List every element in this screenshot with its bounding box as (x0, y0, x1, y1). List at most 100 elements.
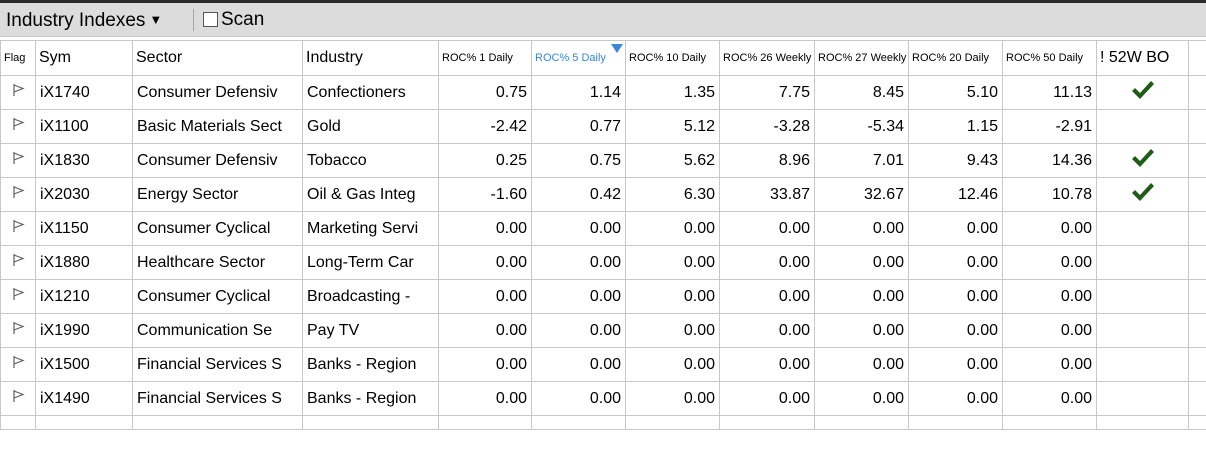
table-row[interactable]: iX1880 Healthcare Sector Long-Term Car 0.00… (0, 245, 1206, 280)
52w-bo-cell[interactable] (1096, 313, 1189, 348)
scan-checkbox[interactable]: Scan (203, 7, 264, 33)
roc-27-weekly-cell[interactable]: 0.00 (814, 313, 909, 348)
industry-cell[interactable]: Tobacco (302, 143, 439, 178)
roc-1-daily-cell[interactable]: -1.60 (438, 177, 532, 212)
industry-cell[interactable]: Confectioners (302, 75, 439, 110)
roc-50-daily-cell[interactable]: 14.36 (1002, 143, 1097, 178)
roc-10-daily-cell[interactable]: 0.00 (625, 313, 720, 348)
roc-50-daily-cell[interactable]: 0.00 (1002, 381, 1097, 416)
roc-5-daily-cell[interactable]: 0.00 (531, 211, 626, 246)
column-header-sector[interactable]: Sector (132, 40, 303, 76)
flag-cell[interactable] (0, 245, 36, 280)
roc-27-weekly-cell[interactable]: 8.45 (814, 75, 909, 110)
flag-cell[interactable] (0, 313, 36, 348)
roc-26-weekly-cell[interactable]: 0.00 (719, 279, 815, 314)
sym-cell[interactable]: iX1100 (35, 109, 133, 144)
52w-bo-cell[interactable] (1096, 109, 1189, 144)
roc-27-weekly-cell[interactable]: -5.34 (814, 109, 909, 144)
flag-cell[interactable] (0, 347, 36, 382)
roc-20-daily-cell[interactable]: 12.46 (908, 177, 1003, 212)
column-header-roc-27-weekly[interactable]: ROC% 27 Weekly (814, 40, 909, 76)
roc-10-daily-cell[interactable]: 5.62 (625, 143, 720, 178)
roc-27-weekly-cell[interactable]: 0.00 (814, 245, 909, 280)
roc-1-daily-cell[interactable]: 0.00 (438, 245, 532, 280)
roc-20-daily-cell[interactable]: 0.00 (908, 381, 1003, 416)
roc-5-daily-cell[interactable]: 0.00 (531, 279, 626, 314)
roc-20-daily-cell[interactable]: 0.00 (908, 313, 1003, 348)
roc-1-daily-cell[interactable]: -2.42 (438, 109, 532, 144)
industry-cell[interactable]: Long-Term Car (302, 245, 439, 280)
roc-5-daily-cell[interactable]: 0.00 (531, 381, 626, 416)
column-header-52w-bo[interactable]: ! 52W BO (1096, 40, 1189, 76)
sym-cell[interactable]: iX1880 (35, 245, 133, 280)
sector-cell[interactable]: Consumer Defensiv (132, 75, 303, 110)
column-header-roc-50-daily[interactable]: ROC% 50 Daily (1002, 40, 1097, 76)
roc-10-daily-cell[interactable]: 0.00 (625, 347, 720, 382)
roc-26-weekly-cell[interactable]: -3.28 (719, 109, 815, 144)
flag-cell[interactable] (0, 143, 36, 178)
industry-cell[interactable]: Banks - Region (302, 347, 439, 382)
sector-cell[interactable]: Basic Materials Sect (132, 109, 303, 144)
roc-50-daily-cell[interactable]: 0.00 (1002, 313, 1097, 348)
roc-5-daily-cell[interactable]: 0.75 (531, 143, 626, 178)
sym-cell[interactable]: iX1150 (35, 211, 133, 246)
sym-cell[interactable]: iX1830 (35, 143, 133, 178)
flag-icon[interactable] (11, 84, 25, 101)
52w-bo-cell[interactable] (1096, 381, 1189, 416)
52w-bo-cell[interactable] (1096, 211, 1189, 246)
52w-bo-cell[interactable] (1096, 245, 1189, 280)
roc-27-weekly-cell[interactable]: 0.00 (814, 211, 909, 246)
table-row[interactable]: iX1150 Consumer Cyclical Marketing Servi 0.… (0, 211, 1206, 246)
roc-26-weekly-cell[interactable]: 0.00 (719, 245, 815, 280)
flag-cell[interactable] (0, 279, 36, 314)
flag-icon[interactable] (11, 254, 25, 271)
roc-27-weekly-cell[interactable]: 32.67 (814, 177, 909, 212)
table-row[interactable]: iX1990 Communication Se Pay TV 0.00 0.00 0.00… (0, 313, 1206, 348)
roc-1-daily-cell[interactable]: 0.00 (438, 313, 532, 348)
roc-20-daily-cell[interactable]: 5.10 (908, 75, 1003, 110)
roc-26-weekly-cell[interactable]: 33.87 (719, 177, 815, 212)
flag-icon[interactable] (11, 118, 25, 135)
flag-cell[interactable] (0, 211, 36, 246)
roc-26-weekly-cell[interactable]: 0.00 (719, 347, 815, 382)
table-row[interactable]: iX1490 Financial Services S Banks - Region… (0, 381, 1206, 416)
column-header-industry[interactable]: Industry (302, 40, 439, 76)
roc-50-daily-cell[interactable]: 0.00 (1002, 347, 1097, 382)
column-header-flag[interactable]: Flag (0, 40, 36, 76)
roc-27-weekly-cell[interactable]: 0.00 (814, 347, 909, 382)
roc-1-daily-cell[interactable]: 0.00 (438, 381, 532, 416)
flag-icon[interactable] (11, 220, 25, 237)
roc-10-daily-cell[interactable]: 6.30 (625, 177, 720, 212)
roc-10-daily-cell[interactable]: 0.00 (625, 279, 720, 314)
roc-27-weekly-cell[interactable]: 0.00 (814, 279, 909, 314)
roc-26-weekly-cell[interactable]: 7.75 (719, 75, 815, 110)
sector-cell[interactable]: Healthcare Sector (132, 245, 303, 280)
roc-10-daily-cell[interactable]: 0.00 (625, 245, 720, 280)
52w-bo-cell[interactable] (1096, 177, 1189, 212)
sector-cell[interactable]: Energy Sector (132, 177, 303, 212)
flag-icon[interactable] (11, 356, 25, 373)
table-row[interactable]: iX1740 Consumer Defensiv Confectioners 0.75… (0, 75, 1206, 110)
sector-cell[interactable]: Consumer Cyclical (132, 211, 303, 246)
column-header-roc-20-daily[interactable]: ROC% 20 Daily (908, 40, 1003, 76)
roc-20-daily-cell[interactable]: 9.43 (908, 143, 1003, 178)
roc-5-daily-cell[interactable]: 1.14 (531, 75, 626, 110)
industry-cell[interactable]: Gold (302, 109, 439, 144)
roc-5-daily-cell[interactable]: 0.00 (531, 313, 626, 348)
roc-26-weekly-cell[interactable]: 0.00 (719, 381, 815, 416)
52w-bo-cell[interactable] (1096, 279, 1189, 314)
roc-10-daily-cell[interactable]: 5.12 (625, 109, 720, 144)
column-header-sym[interactable]: Sym (35, 40, 133, 76)
roc-1-daily-cell[interactable]: 0.75 (438, 75, 532, 110)
table-row[interactable]: iX1830 Consumer Defensiv Tobacco 0.25 0.75 5.… (0, 143, 1206, 178)
sector-cell[interactable]: Communication Se (132, 313, 303, 348)
flag-icon[interactable] (11, 186, 25, 203)
roc-10-daily-cell[interactable]: 1.35 (625, 75, 720, 110)
sym-cell[interactable]: iX1490 (35, 381, 133, 416)
roc-27-weekly-cell[interactable]: 7.01 (814, 143, 909, 178)
column-header-roc-26-weekly[interactable]: ROC% 26 Weekly (719, 40, 815, 76)
roc-1-daily-cell[interactable]: 0.00 (438, 279, 532, 314)
sym-cell[interactable]: iX1500 (35, 347, 133, 382)
roc-26-weekly-cell[interactable]: 0.00 (719, 211, 815, 246)
52w-bo-cell[interactable] (1096, 143, 1189, 178)
